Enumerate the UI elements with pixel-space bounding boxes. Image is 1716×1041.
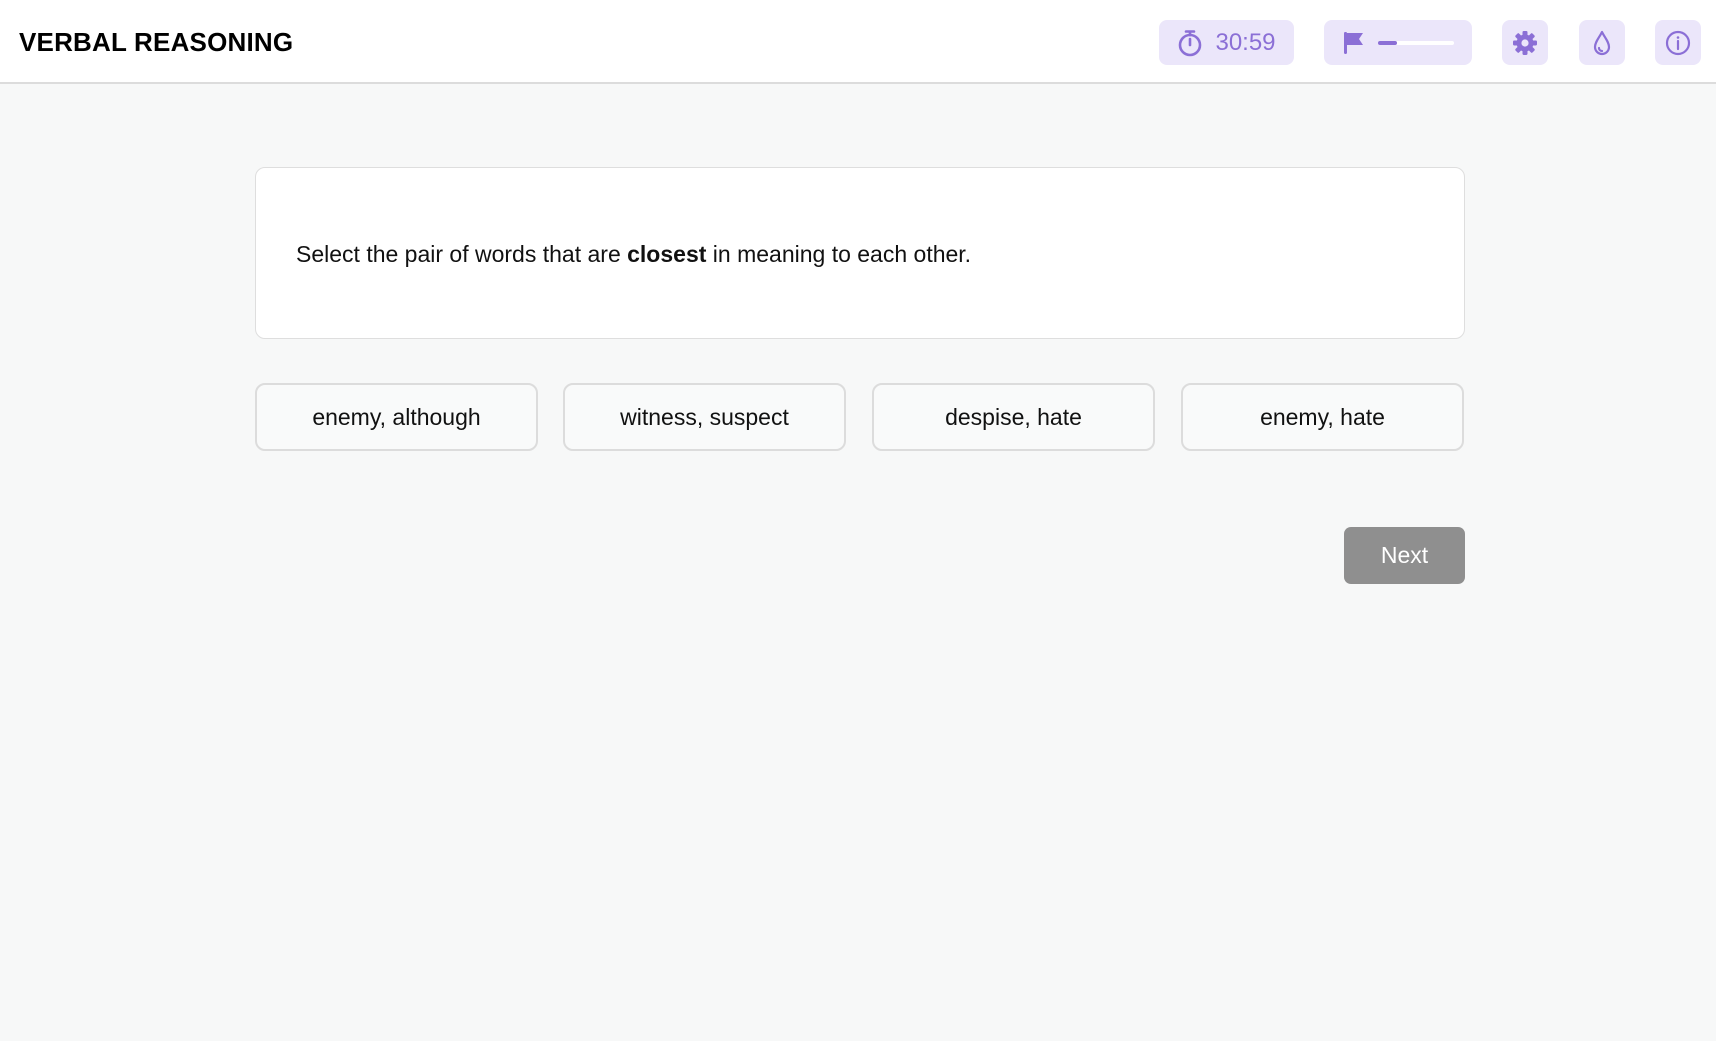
droplet-icon [1591,30,1613,56]
gear-icon [1512,30,1538,56]
answer-option-4[interactable]: enemy, hate [1181,383,1464,451]
flag-progress-fill [1378,40,1397,45]
flag-progress-track [1378,40,1454,45]
question-suffix: in meaning to each other. [706,241,972,267]
flag-button[interactable] [1324,20,1472,65]
page-title: VERBAL REASONING [19,27,294,57]
timer-value: 30:59 [1215,28,1276,56]
question-text: Select the pair of words that are closes… [296,239,971,269]
flag-icon [1342,30,1366,56]
answer-option-3[interactable]: despise, hate [872,383,1155,451]
answer-option-1[interactable]: enemy, although [255,383,538,451]
info-button[interactable] [1655,20,1701,65]
next-button[interactable]: Next [1344,527,1465,584]
question-card: Select the pair of words that are closes… [255,167,1465,339]
timer-button[interactable]: 30:59 [1159,20,1294,65]
stopwatch-icon [1177,29,1203,57]
answer-option-2[interactable]: witness, suspect [563,383,846,451]
question-emphasis: closest [627,241,707,267]
question-prefix: Select the pair of words that are [296,241,628,267]
contrast-button[interactable] [1579,20,1625,65]
top-bar: VERBAL REASONING 30:59 [0,0,1716,84]
settings-button[interactable] [1502,20,1548,65]
info-icon [1665,30,1691,56]
